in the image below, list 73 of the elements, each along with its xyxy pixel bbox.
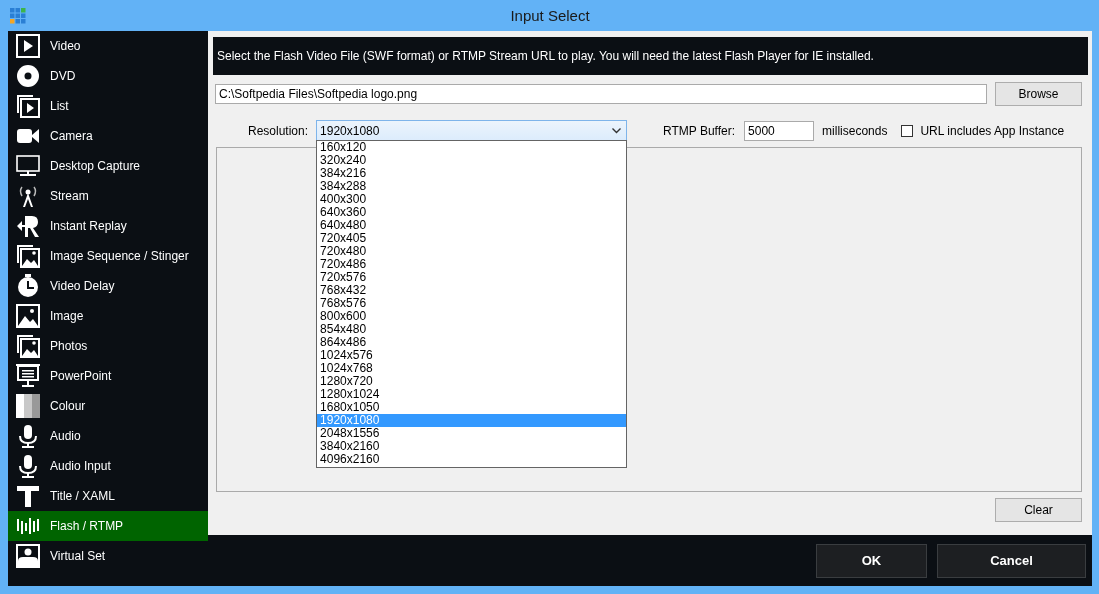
- instructions-text: Select the Flash Video File (SWF format) or RTMP Stream URL to play. You will need the latest Flash Player for IE installed.: [213, 37, 1088, 75]
- resolution-option[interactable]: 1024x768: [317, 362, 627, 375]
- resolution-option[interactable]: 768x576: [317, 297, 627, 310]
- sidebar-item[interactable]: Colour: [8, 391, 208, 421]
- clear-button[interactable]: Clear: [995, 498, 1082, 522]
- checkbox-label: URL includes App Instance: [920, 123, 1065, 138]
- resolution-option[interactable]: 720x576: [317, 271, 627, 284]
- resolution-option[interactable]: 720x405: [317, 232, 627, 245]
- sidebar-item[interactable]: Audio Input: [8, 451, 208, 481]
- sidebar-item[interactable]: Image: [8, 301, 208, 331]
- resolution-option[interactable]: 1280x720: [317, 375, 627, 388]
- sidebar-item[interactable]: Video: [8, 31, 208, 61]
- resolution-option[interactable]: 3840x2160: [317, 440, 627, 453]
- app-icon: [10, 7, 26, 24]
- resolution-option[interactable]: 800x600: [317, 310, 627, 323]
- mic-icon: [16, 454, 40, 478]
- resolution-option[interactable]: 384x216: [317, 167, 627, 180]
- replay-icon: [16, 214, 40, 238]
- resolution-option[interactable]: 400x300: [317, 193, 627, 206]
- caret-icon: [612, 127, 622, 134]
- resolution-option[interactable]: 1280x1024: [317, 388, 627, 401]
- monitor-icon: [16, 154, 40, 178]
- disc-icon: [16, 64, 40, 88]
- mic-icon: [16, 424, 40, 448]
- sidebar-item[interactable]: List: [8, 91, 208, 121]
- resolution-dropdown[interactable]: 1920x1080: [316, 120, 628, 141]
- photos-icon: [16, 334, 40, 358]
- ok-button[interactable]: OK: [816, 543, 927, 578]
- resolution-option[interactable]: 640x360: [317, 206, 627, 219]
- person-icon: [16, 544, 40, 568]
- resolution-option[interactable]: 854x480: [317, 323, 627, 336]
- sidebar-item[interactable]: Title / XAML: [8, 481, 208, 511]
- rtmp-buffer-field[interactable]: 5000: [744, 120, 815, 141]
- file-path-field[interactable]: C:\Softpedia Files\Softpedia logo.png: [215, 84, 987, 104]
- sidebar-item[interactable]: Video Delay: [8, 271, 208, 301]
- checkbox[interactable]: [901, 124, 914, 137]
- sidebar-item[interactable]: DVD: [8, 61, 208, 91]
- sidebar-item[interactable]: PowerPoint: [8, 361, 208, 391]
- screen-icon: [16, 364, 40, 388]
- resolution-option[interactable]: 1680x1050: [317, 401, 627, 414]
- sidebar-item[interactable]: Virtual Set: [8, 541, 208, 571]
- resolution-option[interactable]: 384x288: [317, 180, 627, 193]
- resolution-option[interactable]: 720x480: [317, 245, 627, 258]
- resolution-option[interactable]: 4096x2160: [317, 453, 627, 466]
- unit-label: milliseconds: [822, 123, 888, 138]
- browse-button[interactable]: Browse: [995, 82, 1082, 106]
- sidebar-item[interactable]: Flash / RTMP: [8, 511, 208, 541]
- colour-icon: [16, 394, 40, 418]
- sidebar-item[interactable]: Instant Replay: [8, 211, 208, 241]
- list-icon: [16, 94, 40, 118]
- resolution-option[interactable]: 1024x576: [317, 349, 627, 362]
- cancel-button[interactable]: Cancel: [937, 543, 1086, 578]
- rtmp-buffer-label: RTMP Buffer:: [663, 123, 736, 138]
- film-icon: [16, 34, 40, 58]
- resolution-option[interactable]: 640x480: [317, 219, 627, 232]
- window-title: Input Select: [510, 7, 590, 24]
- resolution-option[interactable]: 864x486: [317, 336, 627, 349]
- image-icon: [16, 304, 40, 328]
- sidebar-item[interactable]: Stream: [8, 181, 208, 211]
- sidebar-item[interactable]: Camera: [8, 121, 208, 151]
- sidebar-item[interactable]: Audio: [8, 421, 208, 451]
- title-icon: [16, 484, 40, 508]
- sidebar-item[interactable]: Desktop Capture: [8, 151, 208, 181]
- resolution-label: Resolution:: [248, 123, 309, 138]
- resolution-option[interactable]: 720x486: [317, 258, 627, 271]
- resolution-option[interactable]: 768x432: [317, 284, 627, 297]
- sidebar-item[interactable]: Image Sequence / Stinger: [8, 241, 208, 271]
- resolution-option[interactable]: 2048x1556: [317, 427, 627, 440]
- resolution-option[interactable]: 320x240: [317, 154, 627, 167]
- resolution-option[interactable]: 160x120: [317, 141, 627, 154]
- stack-icon: [16, 244, 40, 268]
- clock-icon: [16, 274, 40, 298]
- sidebar-item[interactable]: Photos: [8, 331, 208, 361]
